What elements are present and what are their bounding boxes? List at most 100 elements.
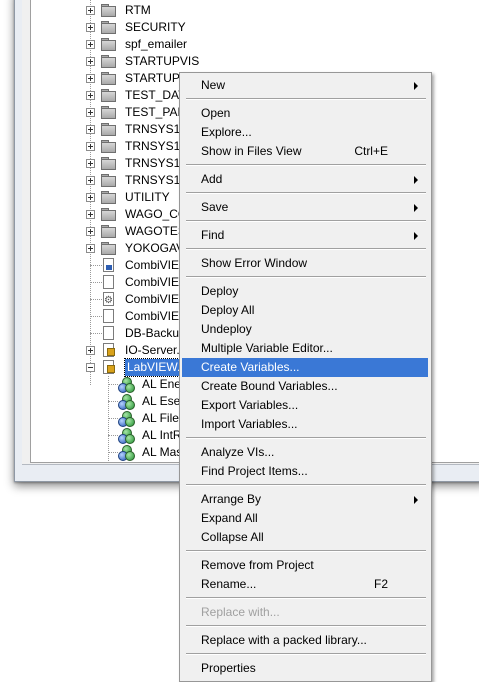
menu-separator [186,276,426,278]
menu-item-remove-from-project[interactable]: Remove from Project [182,556,428,575]
tree-folder-item[interactable]: RTM [31,2,471,19]
folder-icon [101,55,116,68]
menu-item-label: Remove from Project [201,558,314,572]
menu-item-label: Find [201,228,225,242]
menu-separator [186,192,426,194]
menu-item-find[interactable]: Find [182,226,428,245]
menu-item-label: Show in Files View [201,144,302,158]
menu-item-explore[interactable]: Explore... [182,123,428,142]
file-icon [103,275,114,289]
expand-plus-icon[interactable] [86,193,95,202]
menu-item-export-variables[interactable]: Export Variables... [182,396,428,415]
shared-variable-icon [118,428,135,444]
shared-variable-icon [118,377,135,393]
menu-item-replace-with: Replace with... [182,603,428,622]
menu-item-collapse-all[interactable]: Collapse All [182,528,428,547]
folder-icon [101,21,116,34]
menu-item-show-error-window[interactable]: Show Error Window [182,254,428,273]
menu-item-open[interactable]: Open [182,104,428,123]
folder-icon [101,140,116,153]
menu-item-new[interactable]: New [182,76,428,95]
menu-item-label: Multiple Variable Editor... [201,341,333,355]
expand-plus-icon[interactable] [86,142,95,151]
expand-plus-icon[interactable] [86,108,95,117]
folder-icon [101,123,116,136]
expand-plus-icon[interactable] [86,227,95,236]
menu-item-create-variables[interactable]: Create Variables... [182,358,428,377]
menu-item-label: Replace with a packed library... [201,633,367,647]
context-menu: New Open Explore... Show in Files View Ctrl+… [179,72,432,682]
menu-separator [186,437,426,439]
tree-item-label: IO-Server.l [125,343,183,357]
expand-plus-icon[interactable] [86,210,95,219]
menu-item-show-in-files-view[interactable]: Show in Files View Ctrl+E [182,142,428,161]
menu-separator [186,248,426,250]
menu-item-label: Find Project Items... [201,464,308,478]
tree-item-label: RTM [125,3,151,17]
menu-separator [186,550,426,552]
folder-icon [101,191,116,204]
tree-item-label: spf_emailer [125,37,188,51]
menu-item-deploy-all[interactable]: Deploy All [182,301,428,320]
tree-item-label: UTILITY [125,190,170,204]
folder-icon [101,225,116,238]
shared-variable-icon [118,411,135,427]
menu-item-deploy[interactable]: Deploy [182,282,428,301]
expand-plus-icon[interactable] [86,74,95,83]
tree-item-label: SECURITY [125,20,186,34]
tree-item-label: AL Mas [142,445,183,459]
menu-item-rename[interactable]: Rename... F2 [182,575,428,594]
expand-plus-icon[interactable] [86,159,95,168]
file-icon [103,309,114,323]
menu-item-label: Open [201,106,231,120]
menu-item-properties[interactable]: Properties [182,659,428,678]
expand-plus-icon[interactable] [86,244,95,253]
folder-icon [101,4,116,17]
expand-plus-icon[interactable] [86,57,95,66]
tree-item-label: AL Eset [142,394,184,408]
expand-plus-icon[interactable] [86,346,95,355]
tree-connector [90,265,102,266]
tree-connector [90,333,102,334]
menu-shortcut: F2 [373,577,388,591]
menu-item-create-bound-variables[interactable]: Create Bound Variables... [182,377,428,396]
menu-item-label: Undeploy [201,322,252,336]
tree-folder-item[interactable]: spf_emailer [31,36,471,53]
collapse-minus-icon[interactable] [86,363,95,372]
expand-plus-icon[interactable] [86,125,95,134]
tree-item-label: TRNSYS16 [125,156,188,170]
expand-plus-icon[interactable] [86,176,95,185]
menu-item-analyze-vis[interactable]: Analyze VIs... [182,443,428,462]
menu-item-find-project-items[interactable]: Find Project Items... [182,462,428,481]
submenu-arrow-icon [414,232,418,240]
menu-separator [186,220,426,222]
folder-icon [101,89,116,102]
tree-folder-item[interactable]: SECURITY [31,19,471,36]
menu-item-import-variables[interactable]: Import Variables... [182,415,428,434]
menu-separator [186,625,426,627]
expand-plus-icon[interactable] [86,6,95,15]
menu-item-label: Deploy [201,284,239,298]
folder-icon [101,38,116,51]
menu-item-save[interactable]: Save [182,198,428,217]
tree-connector [108,384,118,385]
menu-item-arrange-by[interactable]: Arrange By [182,490,428,509]
menu-item-label: Add [201,172,223,186]
menu-item-undeploy[interactable]: Undeploy [182,320,428,339]
tree-connector [90,282,102,283]
expand-plus-icon[interactable] [86,23,95,32]
tree-item-label: TRNSYS16 [125,139,188,153]
menu-item-multiple-variable-editor[interactable]: Multiple Variable Editor... [182,339,428,358]
tree-item-label: TEST_PAR [125,105,187,119]
expand-plus-icon[interactable] [86,91,95,100]
library-icon [103,343,115,357]
tree-item-label: TRNSYS16 [125,173,188,187]
submenu-arrow-icon [414,176,418,184]
menu-item-replace-with-a-packed-library[interactable]: Replace with a packed library... [182,631,428,650]
menu-item-label: Explore... [201,125,252,139]
menu-item-add[interactable]: Add [182,170,428,189]
tree-folder-item[interactable]: STARTUPVIS [31,53,471,70]
menu-item-label: Expand All [201,511,258,525]
menu-item-expand-all[interactable]: Expand All [182,509,428,528]
expand-plus-icon[interactable] [86,40,95,49]
